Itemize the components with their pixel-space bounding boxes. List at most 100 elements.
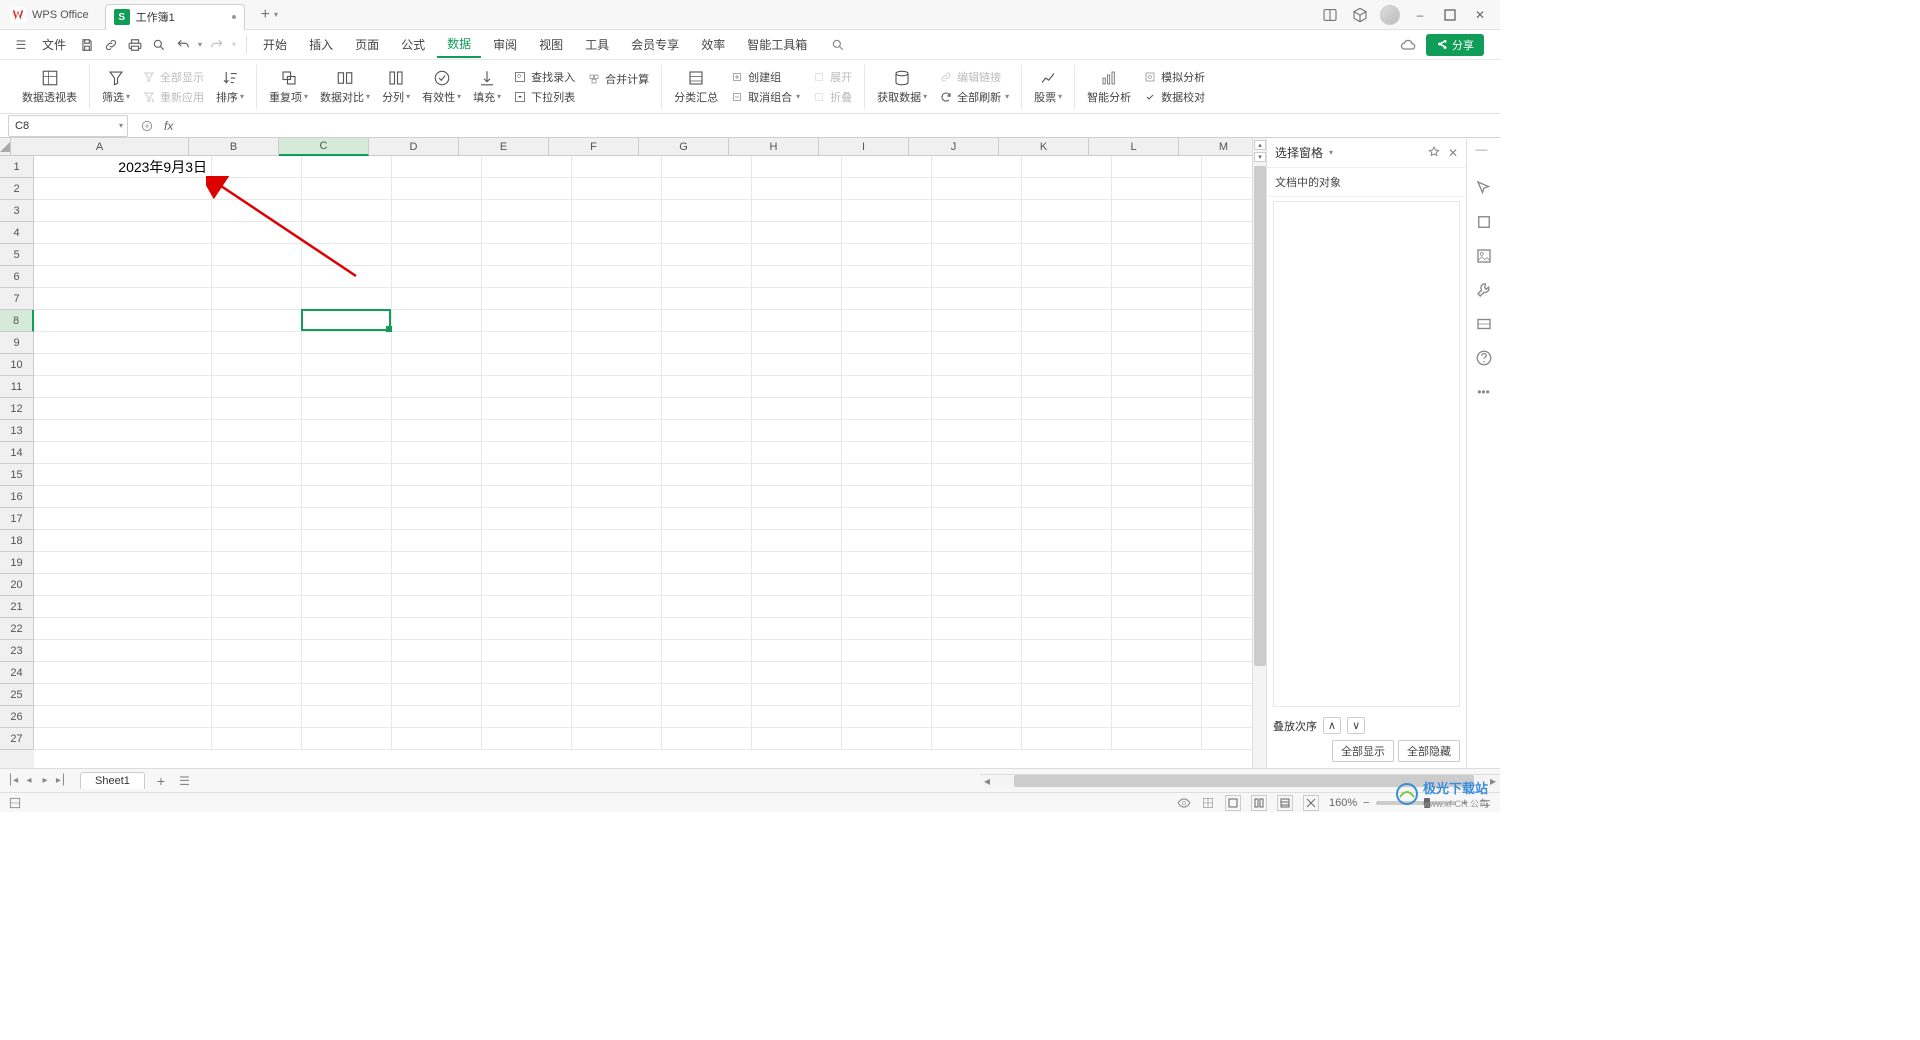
panel-icon[interactable]: [1320, 5, 1340, 25]
refresh-all-button[interactable]: 全部刷新▾: [937, 88, 1011, 106]
cell[interactable]: [572, 706, 662, 728]
cell[interactable]: [392, 442, 482, 464]
row-header[interactable]: 24: [0, 662, 34, 684]
cell[interactable]: [572, 728, 662, 750]
cell[interactable]: [932, 332, 1022, 354]
cell[interactable]: [1112, 156, 1202, 178]
vertical-scrollbar[interactable]: ▴ ▾: [1252, 138, 1266, 768]
data-validation-button[interactable]: 数据校对: [1141, 88, 1207, 106]
cell[interactable]: [842, 178, 932, 200]
cell[interactable]: [34, 640, 212, 662]
cell[interactable]: [572, 200, 662, 222]
row-header[interactable]: 5: [0, 244, 34, 266]
cube-icon[interactable]: [1350, 5, 1370, 25]
cell[interactable]: [482, 442, 572, 464]
reapply-button[interactable]: 重新应用: [140, 88, 206, 106]
get-data-button[interactable]: 获取数据▾: [875, 67, 929, 107]
cell[interactable]: [392, 266, 482, 288]
zoom-level[interactable]: 160%: [1329, 797, 1357, 809]
cell[interactable]: [572, 530, 662, 552]
more-icon[interactable]: •••: [1474, 382, 1494, 402]
cell[interactable]: [392, 728, 482, 750]
cell[interactable]: [392, 662, 482, 684]
cell[interactable]: [842, 618, 932, 640]
cell[interactable]: [842, 684, 932, 706]
cell[interactable]: [752, 310, 842, 332]
smart-analysis-button[interactable]: 智能分析: [1085, 67, 1133, 107]
cell[interactable]: [1022, 156, 1112, 178]
sheet-last-icon[interactable]: ▸⎮: [54, 774, 68, 788]
cell[interactable]: [572, 156, 662, 178]
print-preview-icon[interactable]: [150, 36, 168, 54]
cell[interactable]: [482, 486, 572, 508]
cell[interactable]: [302, 728, 392, 750]
cell[interactable]: [34, 288, 212, 310]
cell[interactable]: [1112, 266, 1202, 288]
cell[interactable]: [1022, 354, 1112, 376]
cell[interactable]: [572, 178, 662, 200]
cell[interactable]: [1022, 222, 1112, 244]
cell[interactable]: [752, 618, 842, 640]
cell[interactable]: [482, 596, 572, 618]
subtotal-button[interactable]: 分类汇总: [672, 67, 720, 107]
cell[interactable]: [1112, 376, 1202, 398]
cell[interactable]: [212, 728, 302, 750]
split-column-button[interactable]: 分列▾: [380, 67, 412, 107]
cell[interactable]: [212, 200, 302, 222]
cell[interactable]: [1022, 728, 1112, 750]
show-all-button[interactable]: 全部显示: [140, 68, 206, 86]
row-header[interactable]: 22: [0, 618, 34, 640]
view-normal-button[interactable]: [1225, 795, 1241, 811]
cell[interactable]: [212, 266, 302, 288]
column-header[interactable]: I: [819, 138, 909, 156]
grid-icon[interactable]: [1201, 796, 1215, 810]
cell[interactable]: [1112, 288, 1202, 310]
hide-all-button[interactable]: 全部隐藏: [1398, 740, 1460, 762]
avatar-icon[interactable]: [1380, 5, 1400, 25]
cell[interactable]: [212, 662, 302, 684]
cell[interactable]: [212, 310, 302, 332]
cell[interactable]: [1022, 398, 1112, 420]
cell[interactable]: [932, 486, 1022, 508]
cell[interactable]: [302, 178, 392, 200]
column-header[interactable]: J: [909, 138, 999, 156]
cell[interactable]: [572, 662, 662, 684]
cell[interactable]: [482, 178, 572, 200]
cell[interactable]: [392, 310, 482, 332]
cell[interactable]: [752, 640, 842, 662]
menu-efficiency[interactable]: 效率: [691, 32, 735, 57]
cell[interactable]: [932, 684, 1022, 706]
cell[interactable]: [662, 706, 752, 728]
layers-icon[interactable]: [1474, 314, 1494, 334]
cell[interactable]: [302, 552, 392, 574]
row-header[interactable]: 4: [0, 222, 34, 244]
cell[interactable]: [572, 310, 662, 332]
cell[interactable]: [1112, 574, 1202, 596]
cell[interactable]: [932, 244, 1022, 266]
menu-member[interactable]: 会员专享: [621, 32, 689, 57]
cell[interactable]: [212, 354, 302, 376]
file-menu[interactable]: 文件: [42, 36, 66, 53]
cell[interactable]: [34, 420, 212, 442]
cell[interactable]: [932, 464, 1022, 486]
row-header[interactable]: 23: [0, 640, 34, 662]
cell[interactable]: [1112, 662, 1202, 684]
duplicates-button[interactable]: 重复项▾: [267, 67, 310, 107]
menu-start[interactable]: 开始: [253, 32, 297, 57]
cell[interactable]: [302, 200, 392, 222]
row-header[interactable]: 26: [0, 706, 34, 728]
cell[interactable]: [392, 244, 482, 266]
cell[interactable]: [752, 508, 842, 530]
cell[interactable]: [482, 662, 572, 684]
validity-button[interactable]: 有效性▾: [420, 67, 463, 107]
view-reading-button[interactable]: [1277, 795, 1293, 811]
cell[interactable]: [1112, 486, 1202, 508]
cell[interactable]: [932, 728, 1022, 750]
cell[interactable]: [392, 464, 482, 486]
cell[interactable]: [482, 508, 572, 530]
cell[interactable]: [932, 310, 1022, 332]
cell[interactable]: [1022, 442, 1112, 464]
undo-icon[interactable]: [174, 36, 192, 54]
column-header[interactable]: C: [279, 138, 369, 156]
cell[interactable]: [392, 222, 482, 244]
